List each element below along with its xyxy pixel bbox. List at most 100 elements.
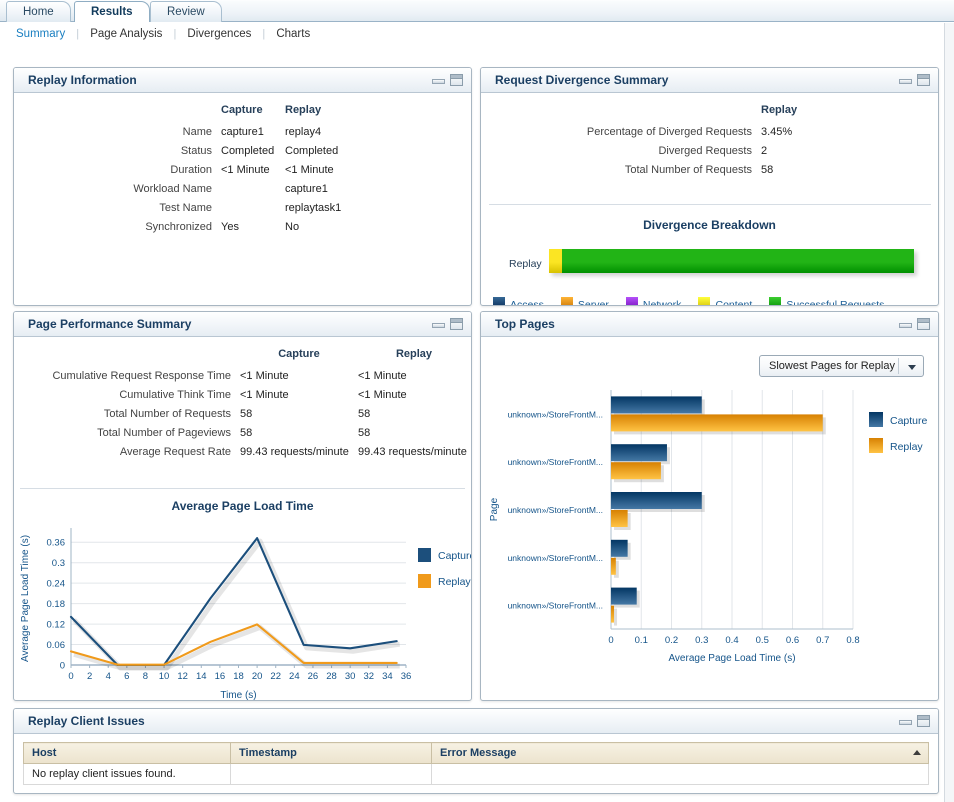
legend-swatch-content [698,297,711,305]
section-divider [20,488,465,489]
svg-text:0.1: 0.1 [635,635,648,646]
svg-text:0.3: 0.3 [52,558,65,569]
divergence-segment-successful-requests[interactable] [561,249,914,273]
panel-window-buttons [432,74,463,87]
svg-text:0.06: 0.06 [47,640,66,651]
legend-item-successful-requests[interactable]: Successful Requests [769,297,884,305]
table-row: Percentage of Diverged Requests 3.45% [481,126,921,145]
row-capture-cum-think-time: <1 Minute [240,389,289,401]
svg-text:18: 18 [233,671,244,682]
panel-replay-client-issues-title: Replay Client Issues [28,714,145,728]
replay-information-table: Capture Replay Name capture1 replay4 Sta… [14,104,454,240]
divergence-segment-content[interactable] [549,249,562,273]
legend-item-network[interactable]: Network [625,297,682,305]
page-performance-table: Capture Replay Cumulative Request Respon… [20,348,470,465]
maximize-icon[interactable] [450,74,463,87]
row-replay-total-pageviews: 58 [358,427,371,439]
legend-label-server: Server [577,299,609,305]
column-header-error-message[interactable]: Error Message [431,742,929,764]
panel-top-pages-title: Top Pages [495,317,555,331]
subnav-item-summary[interactable]: Summary [16,28,65,40]
table-row: Cumulative Think Time <1 Minute <1 Minut… [20,389,470,408]
table-row: Workload Name capture1 [14,183,454,202]
maximize-icon[interactable] [917,318,930,331]
panel-page-performance-summary-body: Capture Replay Cumulative Request Respon… [14,338,471,700]
subnav-item-charts[interactable]: Charts [276,28,310,40]
svg-text:Average Page Load Time (s): Average Page Load Time (s) [668,653,795,664]
row-capture-name: capture1 [221,126,264,138]
column-header-capture: Capture [221,104,263,116]
row-replay-cum-think-time: <1 Minute [358,389,407,401]
minimize-icon[interactable] [432,320,445,329]
svg-text:Replay: Replay [890,441,923,453]
minimize-icon[interactable] [432,76,445,85]
svg-text:28: 28 [326,671,337,682]
row-label-avg-request-rate: Average Request Rate [119,446,231,458]
legend-item-content[interactable]: Content [698,297,752,305]
minimize-icon[interactable] [899,717,912,726]
table-row[interactable]: No replay client issues found. [23,763,929,785]
column-header-error-message-label: Error Message [440,747,517,759]
row-label-cum-think-time: Cumulative Think Time [119,389,231,401]
maximize-icon[interactable] [917,74,930,87]
row-capture-duration: <1 Minute [221,164,270,176]
table-row: Cumulative Request Response Time <1 Minu… [20,370,470,389]
table-row: Name capture1 replay4 [14,126,454,145]
minimize-icon[interactable] [899,320,912,329]
svg-text:34: 34 [382,671,393,682]
maximize-icon[interactable] [450,318,463,331]
cell-host: No replay client issues found. [23,763,231,785]
legend-item-access[interactable]: Access [493,297,544,305]
table-header-row: Replay [481,104,921,126]
table-row: Test Name replaytask1 [14,202,454,221]
panel-replay-information-title: Replay Information [28,73,137,87]
tab-review[interactable]: Review [150,1,222,22]
legend-label-network: Network [642,299,682,305]
tab-strip-filler [216,1,954,22]
tab-results[interactable]: Results [74,1,150,22]
legend-item-server[interactable]: Server [560,297,609,305]
table-header-row: Capture Replay [20,348,470,370]
divergence-stacked-bar[interactable] [549,249,914,273]
subnav-item-page-analysis[interactable]: Page Analysis [90,28,162,40]
panel-top-pages: Top Pages Slowest Pages for Replay unkno… [480,311,939,701]
column-header-replay: Replay [395,348,433,360]
legend-label-content: Content [715,299,753,305]
svg-text:0.3: 0.3 [695,635,708,646]
tab-home-label: Home [23,6,54,18]
svg-text:8: 8 [143,671,148,682]
table-row: Duration <1 Minute <1 Minute [14,164,454,183]
maximize-icon[interactable] [917,715,930,728]
row-value-percentage-diverged: 3.45% [761,126,793,138]
row-label-workload-name: Workload Name [133,183,212,195]
row-label-total-requests: Total Number of Requests [624,164,752,176]
column-header-replay: Replay [285,104,322,116]
column-header-host[interactable]: Host [23,742,231,764]
svg-text:32: 32 [363,671,374,682]
subnav-item-divergences[interactable]: Divergences [187,28,251,40]
top-pages-selector[interactable]: Slowest Pages for Replay [759,355,924,377]
top-pages-selector-value: Slowest Pages for Replay [769,360,895,372]
minimize-icon[interactable] [899,76,912,85]
top-pages-bar-chart[interactable]: unknown»/StoreFrontM... unknown»/StoreFro… [481,386,938,696]
panel-replay-client-issues: Replay Client Issues Host Timestamp Erro… [13,708,939,794]
row-label-duration: Duration [170,164,212,176]
table-row: Total Number of Pageviews 58 58 [20,427,470,446]
svg-text:24: 24 [289,671,300,682]
row-capture-test-name [221,202,285,221]
row-value-diverged-requests: 2 [761,145,768,157]
svg-text:unknown»/StoreFrontM...: unknown»/StoreFrontM... [508,505,603,515]
svg-text:20: 20 [252,671,263,682]
table-row: Average Request Rate 99.43 requests/minu… [20,446,470,465]
svg-text:0: 0 [608,635,613,646]
panel-replay-information: Replay Information Capture Replay Name c… [13,67,472,306]
chevron-down-icon [908,365,916,370]
tab-home[interactable]: Home [6,1,71,22]
average-page-load-time-line-chart[interactable]: 00.060.120.180.240.30.360 2 4 6 8 10 12 14 16 18 2… [14,518,471,700]
svg-text:Capture: Capture [890,415,928,427]
legend-swatch-successful-requests [769,297,782,305]
panel-replay-client-issues-body: Host Timestamp Error Message No replay c… [14,735,938,793]
column-header-timestamp[interactable]: Timestamp [230,742,432,764]
page-scroll-gutter[interactable] [944,23,954,802]
row-replay-test-name: replaytask1 [285,202,342,214]
